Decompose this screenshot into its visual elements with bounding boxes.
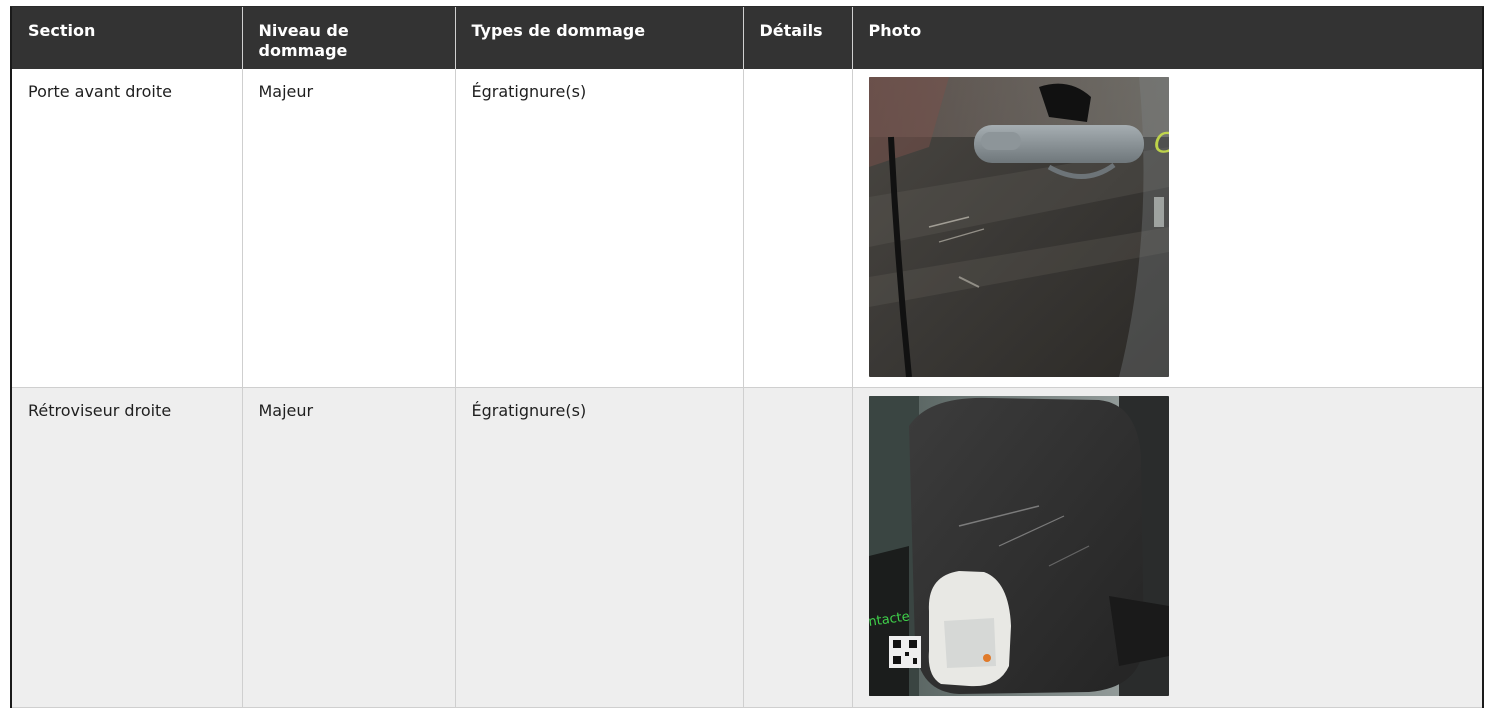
- table-row: Rétroviseur droite Majeur Égratignure(s): [11, 387, 1483, 708]
- header-details: Détails: [742, 7, 852, 69]
- header-photo: Photo: [851, 7, 1483, 69]
- cell-photo: ntacte: [851, 387, 1483, 708]
- svg-text:C: C: [1154, 126, 1169, 159]
- cell-photo: C: [851, 69, 1483, 388]
- damage-table: Section Niveau de dommage Types de domma…: [10, 7, 1484, 708]
- cell-damage-types: Égratignure(s): [454, 69, 743, 388]
- side-mirror-scratch-photo[interactable]: ntacte: [868, 395, 1169, 696]
- header-damage-types: Types de dommage: [454, 7, 743, 69]
- car-door-scratch-photo[interactable]: C: [868, 77, 1169, 377]
- cell-damage-level: Majeur: [241, 387, 455, 708]
- table-header-row: Section Niveau de dommage Types de domma…: [11, 7, 1483, 69]
- cell-details: [742, 387, 852, 708]
- damage-report-page: Section Niveau de dommage Types de domma…: [0, 0, 1493, 715]
- header-damage-level: Niveau de dommage: [241, 7, 455, 69]
- cell-damage-types: Égratignure(s): [454, 387, 743, 708]
- cell-damage-level: Majeur: [241, 69, 455, 388]
- cell-section: Rétroviseur droite: [11, 387, 242, 708]
- header-section: Section: [11, 7, 242, 69]
- cell-section: Porte avant droite: [11, 69, 242, 388]
- cell-details: [742, 69, 852, 388]
- table-row: Porte avant droite Majeur Égratignure(s): [11, 69, 1483, 388]
